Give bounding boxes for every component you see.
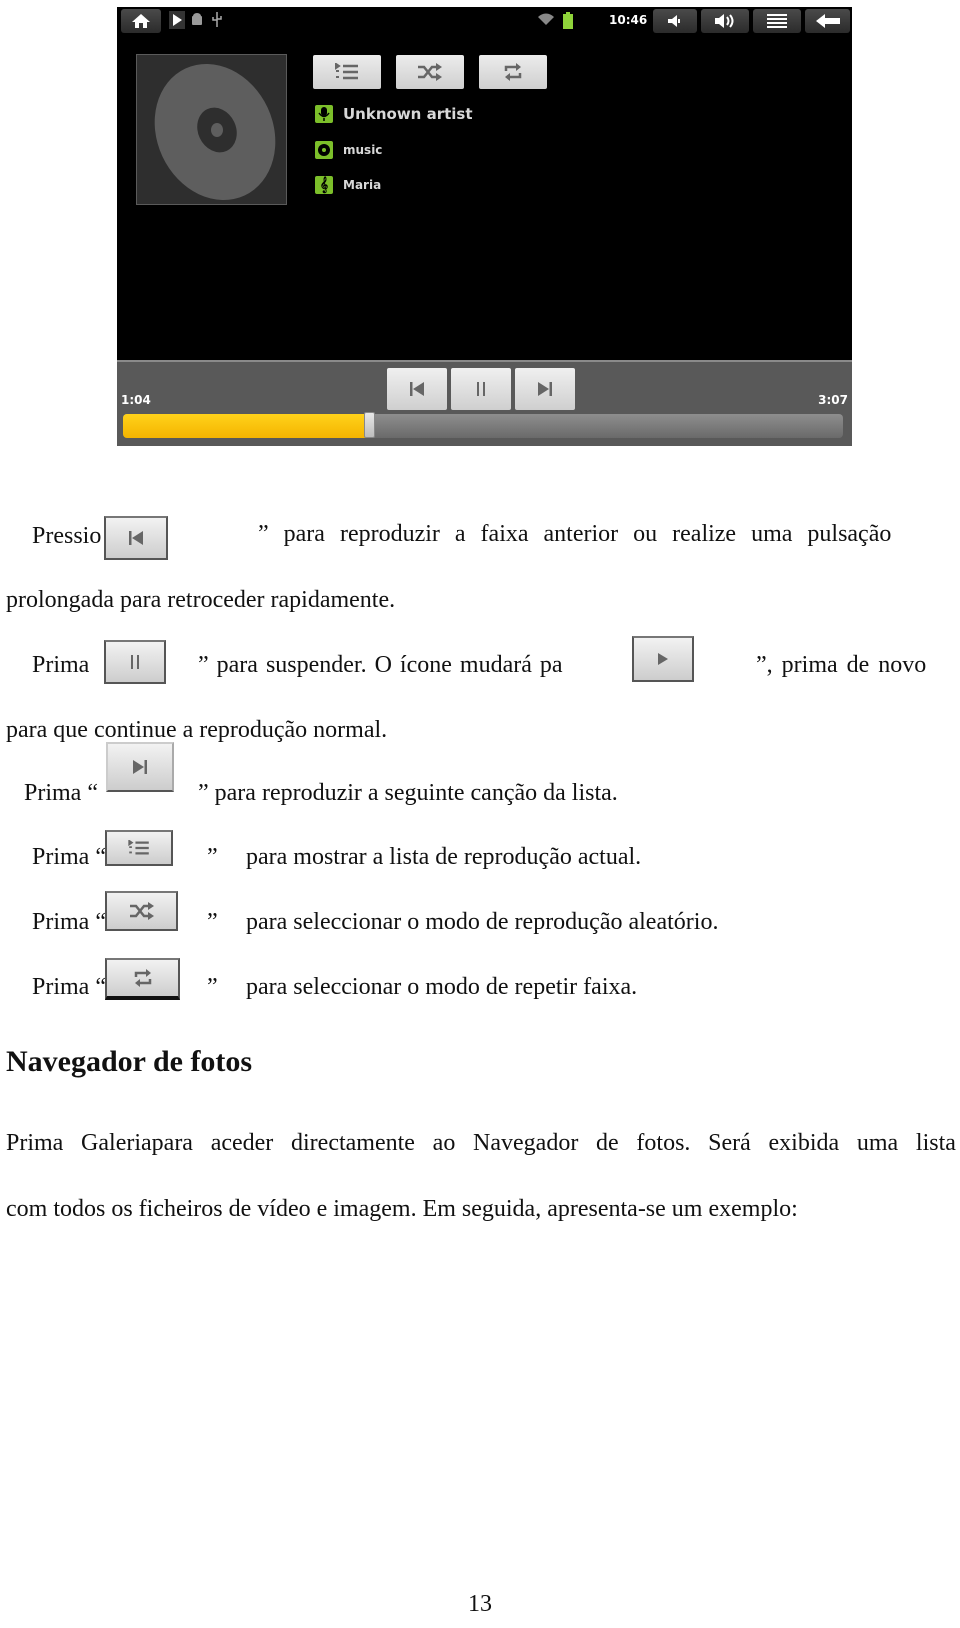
p4-lead: Prima “ <box>32 844 106 870</box>
repeat-icon <box>504 63 522 81</box>
p5-rest: para seleccionar o modo de reprodução al… <box>246 909 719 935</box>
p6-quote: ” <box>207 974 218 1000</box>
shuffle-icon <box>129 902 154 920</box>
repeat-button-illustration <box>105 958 180 1000</box>
play-button-illustration <box>632 636 694 682</box>
menu-icon <box>767 14 787 28</box>
seek-bar-thumb[interactable] <box>364 412 376 438</box>
pause-icon <box>477 382 485 396</box>
volume-up-icon <box>715 14 734 28</box>
volume-up-button[interactable] <box>701 9 749 33</box>
music-note-icon: 𝄞 <box>315 176 333 194</box>
seek-bar[interactable] <box>123 414 843 438</box>
p7-word: Será <box>708 1130 751 1156</box>
status-bar: 10:46 <box>117 7 852 35</box>
p7-word: Prima <box>6 1130 64 1156</box>
p6-rest: para seleccionar o modo de repetir faixa… <box>246 974 638 1000</box>
p3-rest: ” para reproduzir a seguinte canção da l… <box>198 780 618 806</box>
android-debug-icon <box>191 12 203 30</box>
pause-icon <box>131 655 139 669</box>
p7-word: aceder <box>210 1130 274 1156</box>
previous-icon <box>410 382 424 396</box>
album-icon <box>315 141 333 159</box>
playback-controls: 1:04 3:07 <box>117 360 852 446</box>
song-title: Maria <box>343 178 382 192</box>
repeat-button[interactable] <box>479 55 547 89</box>
p7-word: lista <box>915 1130 956 1156</box>
disc-icon <box>154 63 276 201</box>
wifi-icon <box>537 12 555 30</box>
p2-end: ”, prima de novo <box>756 652 927 678</box>
p7-word: Galeriapara <box>81 1130 193 1156</box>
back-icon <box>815 14 840 28</box>
status-time: 10:46 <box>609 13 648 27</box>
shuffle-icon <box>418 63 442 81</box>
volume-down-icon <box>668 15 680 27</box>
previous-button[interactable] <box>387 368 447 410</box>
battery-icon <box>563 12 573 33</box>
p7-word: fotos. <box>636 1130 691 1156</box>
p7-word: Navegador <box>473 1130 579 1156</box>
section-heading: Navegador de fotos <box>6 1045 253 1078</box>
playlist-icon <box>335 63 358 80</box>
p7-word: de <box>596 1130 619 1156</box>
p4-rest: para mostrar a lista de reprodução actua… <box>246 844 642 870</box>
repeat-icon <box>134 969 151 987</box>
shuffle-button-illustration <box>105 891 178 931</box>
back-button[interactable] <box>805 9 850 33</box>
playlist-button-illustration <box>105 830 173 866</box>
p7-word: directamente <box>291 1130 415 1156</box>
seek-bar-progress <box>123 414 370 438</box>
p6-lead: Prima “ <box>32 974 106 1000</box>
p1-lead: Pressio <box>32 523 102 549</box>
artist-row: Unknown artist <box>315 105 473 123</box>
menu-button[interactable] <box>753 9 801 33</box>
album-row: music <box>315 141 382 159</box>
p4-quote: ” <box>207 844 218 870</box>
next-button-illustration <box>106 742 174 792</box>
p2-line2: para que continue a reprodução normal. <box>6 717 388 743</box>
shuffle-button[interactable] <box>396 55 464 89</box>
total-time: 3:07 <box>818 393 848 407</box>
p7-line2: com todos os ficheiros de vídeo e imagem… <box>6 1196 798 1222</box>
artist-name: Unknown artist <box>343 105 473 123</box>
p7-line1: Prima Galeriapara aceder directamente ao Nave… <box>6 1130 956 1157</box>
playlist-button[interactable] <box>313 55 381 89</box>
play-notification-icon <box>169 11 185 33</box>
volume-down-button[interactable] <box>653 9 697 33</box>
p7-word: exibida <box>768 1130 840 1156</box>
next-icon <box>538 382 552 396</box>
p1-text: ” para reproduzir a faixa anterior ou re… <box>258 521 958 548</box>
page-number: 13 <box>468 1591 492 1617</box>
play-icon <box>658 653 668 665</box>
pause-button[interactable] <box>451 368 511 410</box>
microphone-icon <box>315 105 333 123</box>
playlist-icon <box>128 840 149 855</box>
p7-word: ao <box>432 1130 456 1156</box>
usb-icon <box>212 12 222 32</box>
previous-icon <box>129 531 143 545</box>
p2-mid: ” para suspender. O ícone mudará pa <box>198 652 563 678</box>
p3-lead: Prima “ <box>24 780 98 806</box>
p7-word: uma <box>856 1130 899 1156</box>
p5-lead: Prima “ <box>32 909 106 935</box>
p1-rest: ” para reproduzir a faixa anterior ou re… <box>258 521 892 547</box>
p5-quote: ” <box>207 909 218 935</box>
home-icon <box>132 14 150 28</box>
album-name: music <box>343 143 383 157</box>
album-art <box>136 54 287 205</box>
p2-lead: Prima <box>32 652 90 678</box>
previous-button-illustration <box>104 516 168 560</box>
next-button[interactable] <box>515 368 575 410</box>
pause-button-illustration <box>104 640 166 684</box>
elapsed-time: 1:04 <box>121 393 151 407</box>
next-icon <box>133 760 147 774</box>
music-player-screenshot: 10:46 Unknown artist music 𝄞 Maria 1:04 … <box>117 7 852 446</box>
home-button[interactable] <box>121 9 161 33</box>
title-row: 𝄞 Maria <box>315 176 381 194</box>
p1-line2: prolongada para retroceder rapidamente. <box>6 587 396 613</box>
